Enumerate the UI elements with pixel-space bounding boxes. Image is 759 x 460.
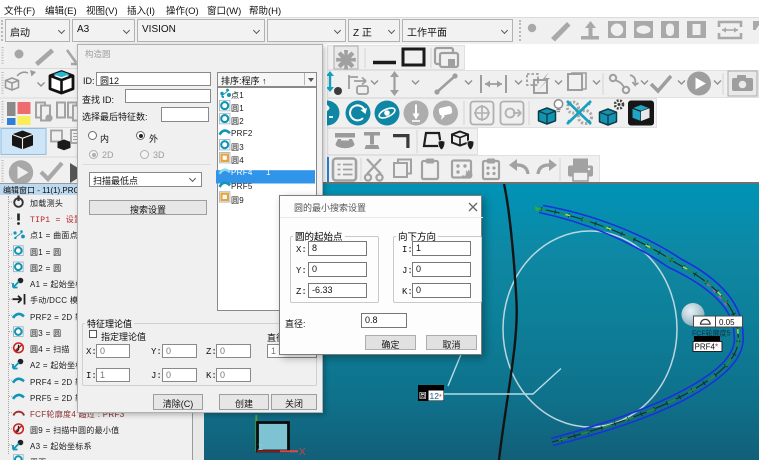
svg-text:Z: Z bbox=[258, 443, 263, 452]
svg-text:0.05: 0.05 bbox=[719, 318, 735, 327]
svg-text:X: X bbox=[299, 447, 306, 458]
svg-text:圆: 圆 bbox=[419, 391, 427, 400]
svg-text:PRF4*: PRF4* bbox=[695, 343, 719, 352]
